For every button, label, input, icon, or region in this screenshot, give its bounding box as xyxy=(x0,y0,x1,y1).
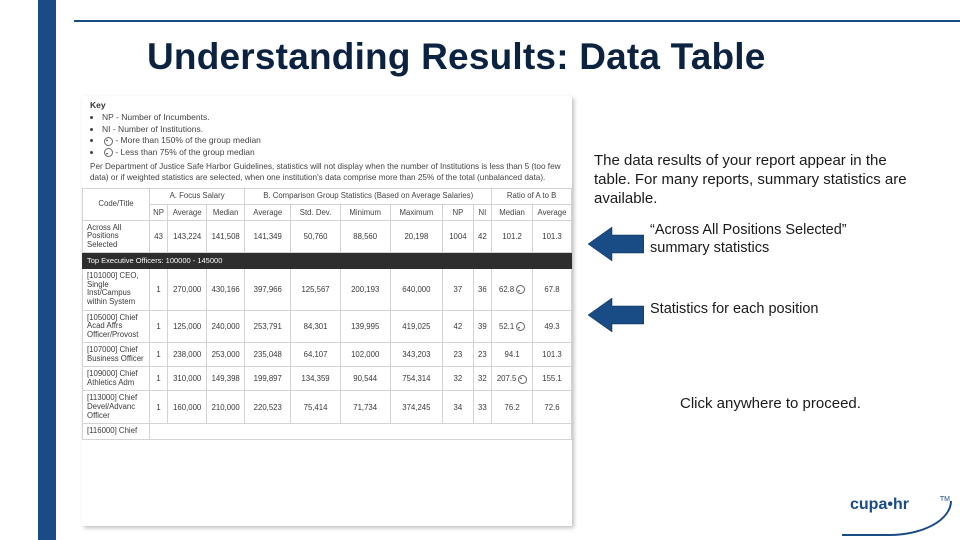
table-row: [113000] Chief Devel/Advanc Officer 1 16… xyxy=(83,391,572,424)
group-comparison: B. Comparison Group Statistics (Based on… xyxy=(245,188,492,204)
left-accent-bar xyxy=(38,0,56,540)
col-np: NP xyxy=(150,204,168,220)
col-stddev: Std. Dev. xyxy=(291,204,341,220)
col-ni: NI xyxy=(473,204,492,220)
table-row-partial: [116000] Chief xyxy=(83,424,572,440)
up-arrow-icon xyxy=(518,375,527,384)
arrow-left-icon xyxy=(588,296,644,334)
down-arrow-icon xyxy=(516,322,525,331)
proceed-hint[interactable]: Click anywhere to proceed. xyxy=(680,395,940,414)
table-row: [101000] CEO, Single Inst/Campus within … xyxy=(83,269,572,310)
table-row: [109000] Chief Athletics Adm 1 310,000 1… xyxy=(83,367,572,391)
down-arrow-icon xyxy=(104,148,113,157)
table-row: Across All Positions Selected 43 143,224… xyxy=(83,220,572,253)
group-ratio: Ratio of A to B xyxy=(492,188,572,204)
key-item: NP - Number of Incumbents. xyxy=(102,112,564,123)
arrow-left-icon xyxy=(588,225,644,263)
col-median: Median xyxy=(492,204,533,220)
up-arrow-icon xyxy=(104,137,113,146)
col-max: Maximum xyxy=(390,204,443,220)
cupa-hr-logo: cupa•hr TM xyxy=(842,496,950,534)
col-median: Median xyxy=(207,204,245,220)
table-section-band: Top Executive Officers: 100000 - 145000 xyxy=(83,253,572,269)
col-average: Average xyxy=(532,204,571,220)
callout-each: Statistics for each position xyxy=(650,300,890,318)
col-np: NP xyxy=(443,204,473,220)
key-item: - Less than 75% of the group median xyxy=(102,147,564,158)
logo-text: cupa•hr xyxy=(850,496,909,514)
top-rule xyxy=(74,20,960,22)
key-item: NI - Number of Institutions. xyxy=(102,124,564,135)
col-average: Average xyxy=(168,204,207,220)
col-average: Average xyxy=(245,204,291,220)
key-block: Key NP - Number of Incumbents. NI - Numb… xyxy=(82,96,572,160)
table-row: [107000] Chief Business Officer 1 238,00… xyxy=(83,343,572,367)
col-min: Minimum xyxy=(340,204,390,220)
group-focus: A. Focus Salary xyxy=(150,188,245,204)
logo-tm: TM xyxy=(940,496,950,503)
intro-text: The data results of your report appear i… xyxy=(594,152,914,208)
key-item: - More than 150% of the group median xyxy=(102,135,564,146)
table-row: [105000] Chief Acad Affrs Officer/Provos… xyxy=(83,310,572,343)
col-code-title: Code/Title xyxy=(83,188,150,220)
page-title: Understanding Results: Data Table xyxy=(147,36,766,78)
data-table: Code/Title A. Focus Salary B. Comparison… xyxy=(82,188,572,440)
callout-across: “Across All Positions Selected” summary … xyxy=(650,221,890,257)
down-arrow-icon xyxy=(516,285,525,294)
key-heading: Key xyxy=(90,100,106,110)
guideline-text: Per Department of Justice Safe Harbor Gu… xyxy=(82,160,572,187)
report-screenshot: Key NP - Number of Incumbents. NI - Numb… xyxy=(82,96,572,526)
